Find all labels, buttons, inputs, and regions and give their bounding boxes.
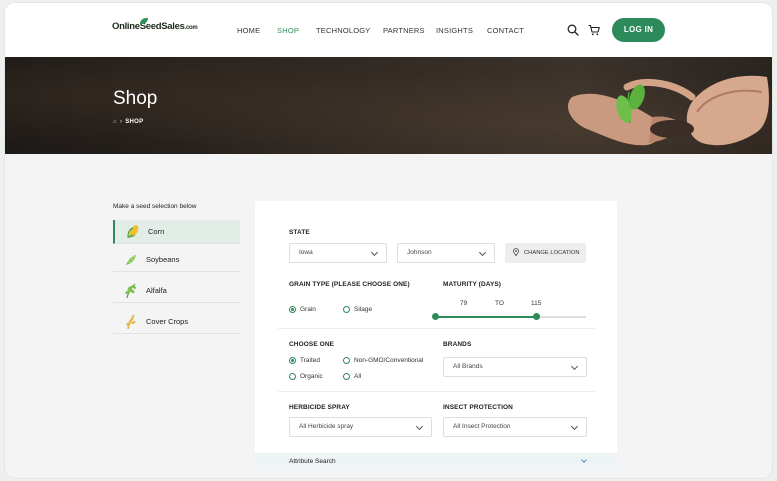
brands-select[interactable]: All Brands [443,357,587,377]
cart-icon[interactable] [588,24,600,36]
sidebar-label: Make a seed selection below [113,203,197,210]
radio-label: Organic [300,373,323,380]
corn-icon [127,224,139,238]
sidebar-item-cover-crops[interactable]: Cover Crops [113,310,240,334]
logo-text: OnlineSeedSales [112,21,185,32]
herbicide-select[interactable]: All Herbicide spray [289,417,432,437]
choose-one-label: CHOOSE ONE [289,341,335,348]
insect-protection-value: All Insect Protection [453,423,511,430]
radio-label: Traited [300,357,320,364]
home-icon[interactable]: ⌂ [113,119,117,125]
radio-all[interactable]: All [343,373,361,380]
logo-suffix: .com [184,25,198,31]
search-icon[interactable] [567,24,579,36]
divider [278,391,595,392]
chevron-down-icon [478,248,487,257]
change-location-button[interactable]: CHANGE LOCATION [505,243,586,263]
radio-unchecked-icon [343,373,350,380]
county-select[interactable]: Johnson [397,243,495,263]
nav-insights[interactable]: INSIGHTS [436,26,473,35]
radio-checked-icon [289,306,296,313]
radio-label: Grain [300,306,316,313]
radio-unchecked-icon [343,306,350,313]
breadcrumb: ⌂ › SHOP [113,119,143,125]
radio-organic[interactable]: Organic [289,373,323,380]
radio-unchecked-icon [343,357,350,364]
chevron-down-icon [570,362,579,371]
login-button[interactable]: LOG IN [612,18,665,42]
herbicide-value: All Herbicide spray [299,423,354,430]
state-label: STATE [289,229,310,236]
attribute-search-toggle[interactable]: Attribute Search [255,453,617,470]
insect-protection-select[interactable]: All Insect Protection [443,417,587,437]
filter-panel: STATE Iowa Johnson CHANGE LOCATION GRAIN… [255,201,617,470]
sidebar-item-soybeans[interactable]: Soybeans [113,248,240,272]
maturity-label: MATURITY (DAYS) [443,281,502,288]
alfalfa-icon [125,283,137,298]
soybean-icon [126,254,136,265]
breadcrumb-separator-icon: › [119,119,123,125]
cover-crop-icon [126,314,136,329]
radio-traited[interactable]: Traited [289,357,320,364]
sidebar-item-alfalfa[interactable]: Alfalfa [113,279,240,303]
herbicide-label: HERBICIDE SPRAY [289,404,350,411]
location-pin-icon [513,248,519,256]
change-location-label: CHANGE LOCATION [524,250,580,256]
browser-frame: OnlineSeedSales.com HOME SHOP TECHNOLOGY… [5,3,772,478]
chevron-down-icon [581,457,587,463]
radio-label: All [354,373,362,380]
maturity-min: 79 [460,300,468,307]
radio-grain[interactable]: Grain [289,306,316,313]
nav-partners[interactable]: PARTNERS [383,26,425,35]
state-select[interactable]: Iowa [289,243,387,263]
county-value: Johnson [407,249,432,256]
sidebar-item-label: Alfalfa [146,286,167,295]
sidebar-item-label: Soybeans [146,255,180,264]
insect-protection-label: INSECT PROTECTION [443,404,513,411]
state-value: Iowa [299,249,313,256]
breadcrumb-current: SHOP [125,119,144,125]
sidebar-item-label: Cover Crops [146,317,189,326]
radio-checked-icon [289,357,296,364]
radio-unchecked-icon [289,373,296,380]
radio-label: Silage [354,306,373,313]
chevron-down-icon [415,422,424,431]
radio-silage[interactable]: Silage [343,306,372,313]
maturity-min-handle[interactable] [432,313,439,320]
site-logo[interactable]: OnlineSeedSales.com [112,21,198,32]
page-title: Shop [113,88,158,109]
chevron-down-icon [370,248,379,257]
maturity-to: TO [495,300,504,307]
sidebar-item-corn[interactable]: Corn [113,220,240,244]
nav-contact[interactable]: CONTACT [487,26,524,35]
site-header: OnlineSeedSales.com HOME SHOP TECHNOLOGY… [5,3,772,57]
nav-technology[interactable]: TECHNOLOGY [316,26,371,35]
nav-shop[interactable]: SHOP [277,26,299,35]
maturity-max-handle[interactable] [533,313,540,320]
brands-label: BRANDS [443,341,472,348]
nav-home[interactable]: HOME [237,26,260,35]
grain-type-label: GRAIN TYPE (PLEASE CHOOSE ONE) [289,281,410,288]
chevron-down-icon [570,422,579,431]
maturity-slider-range [435,316,536,318]
divider [278,328,595,329]
sidebar-item-label: Corn [148,227,165,236]
radio-label: Non-GMO/Conventional [354,357,424,364]
maturity-slider-track[interactable] [435,316,586,318]
hero-banner: Shop ⌂ › SHOP [5,57,772,154]
hands-seedling-image [567,75,769,146]
maturity-max: 115 [531,300,542,307]
radio-non-gmo[interactable]: Non-GMO/Conventional [343,357,423,364]
brands-value: All Brands [453,363,483,370]
attribute-search-label: Attribute Search [289,458,336,465]
